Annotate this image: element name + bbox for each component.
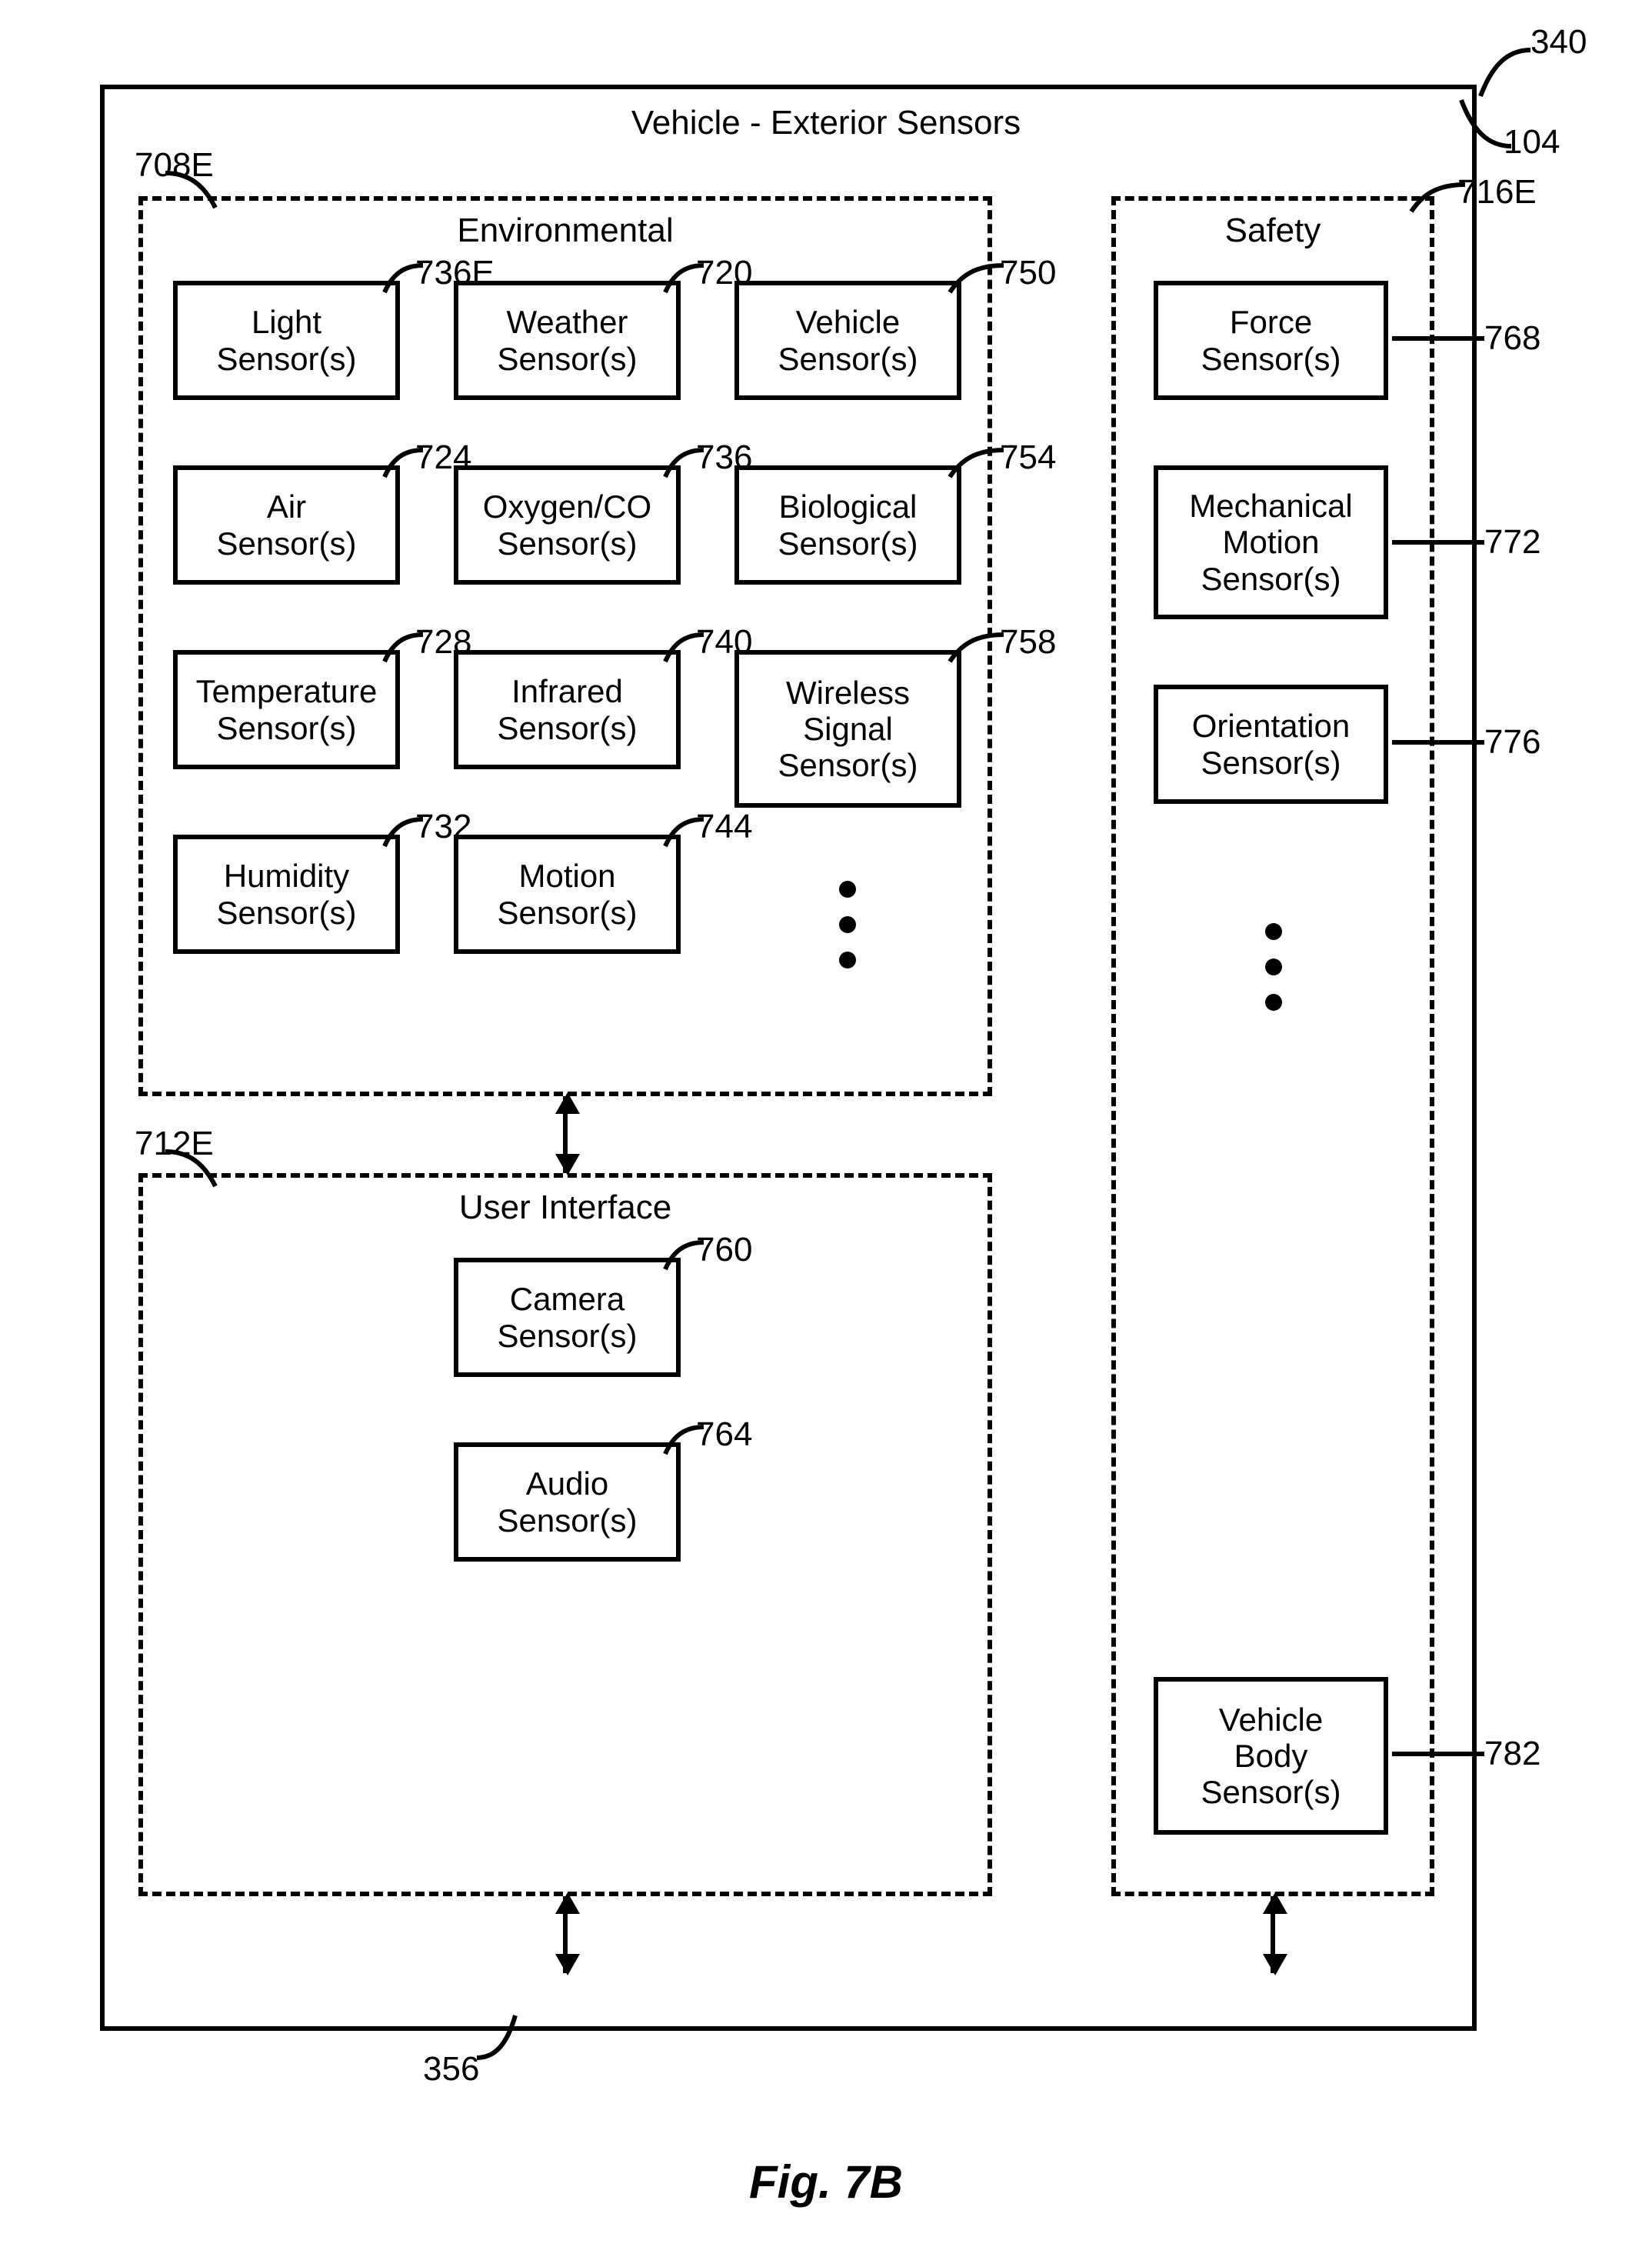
block-line: Audio	[526, 1465, 608, 1502]
block-line: Sensor(s)	[497, 341, 637, 377]
block-line: Sensor(s)	[778, 747, 918, 783]
lead-758	[931, 627, 1015, 688]
block-line: Body	[1234, 1738, 1308, 1774]
lead-104	[1446, 100, 1530, 162]
block-line: Sensor(s)	[778, 341, 918, 377]
block-line: Sensor(s)	[1201, 1774, 1341, 1810]
group-environmental-title: Environmental	[457, 212, 673, 250]
block-biological: Biological Sensor(s)	[734, 465, 961, 585]
block-mechanical-motion: Mechanical Motion Sensor(s)	[1154, 465, 1388, 619]
lead-712e	[150, 1144, 235, 1205]
lead-708e	[150, 165, 235, 227]
block-line: Force	[1230, 304, 1312, 340]
block-line: Orientation	[1192, 708, 1350, 744]
block-line: Biological	[779, 488, 918, 525]
block-vehicle-body: Vehicle Body Sensor(s)	[1154, 1677, 1388, 1835]
block-line: Signal	[803, 711, 893, 747]
figure-label: Fig. 7B	[749, 2155, 903, 2209]
ellipsis-icon	[1265, 923, 1282, 1011]
block-line: Wireless	[786, 675, 910, 711]
block-line: Sensor(s)	[1201, 561, 1341, 597]
block-wireless-signal: Wireless Signal Sensor(s)	[734, 650, 961, 808]
block-line: Sensor(s)	[497, 895, 637, 931]
block-line: Oxygen/CO	[483, 488, 651, 525]
block-line: Temperature	[196, 673, 378, 709]
ref-782: 782	[1484, 1735, 1540, 1773]
lead-754	[931, 442, 1015, 504]
block-line: Camera	[510, 1281, 624, 1317]
ref-776: 776	[1484, 723, 1540, 762]
ref-768: 768	[1484, 319, 1540, 358]
block-line: Sensor(s)	[497, 1502, 637, 1539]
lead-782	[1384, 1735, 1469, 1796]
block-line: Motion	[1222, 524, 1319, 560]
block-vehicle-sensor: Vehicle Sensor(s)	[734, 281, 961, 400]
lead-776	[1384, 723, 1469, 785]
lead-736e	[365, 258, 450, 319]
block-line: Vehicle	[796, 304, 900, 340]
lead-760	[646, 1235, 731, 1296]
arrow-icon	[1263, 1892, 1287, 1914]
page: 340 Vehicle - Exterior Sensors 104 Envir…	[0, 0, 1652, 2247]
lead-740	[646, 627, 731, 688]
block-line: Air	[267, 488, 306, 525]
arrow-icon	[1263, 1954, 1287, 1975]
group-safety	[1111, 196, 1434, 1896]
block-line: Sensor(s)	[497, 1318, 637, 1354]
arrow-icon	[555, 1092, 580, 1114]
block-line: Sensor(s)	[778, 525, 918, 562]
lead-724	[365, 442, 450, 504]
lead-716e	[1392, 177, 1477, 238]
block-line: Sensor(s)	[497, 525, 637, 562]
block-line: Sensor(s)	[216, 710, 356, 746]
lead-768	[1384, 319, 1469, 381]
group-safety-title: Safety	[1225, 212, 1321, 250]
lead-728	[365, 627, 450, 688]
block-line: Motion	[518, 858, 615, 894]
block-line: Sensor(s)	[1201, 341, 1341, 377]
lead-736	[646, 442, 731, 504]
block-orientation: Orientation Sensor(s)	[1154, 685, 1388, 804]
block-line: Mechanical	[1189, 488, 1352, 524]
lead-744	[646, 812, 731, 873]
block-line: Infrared	[511, 673, 623, 709]
lead-720	[646, 258, 731, 319]
lead-764	[646, 1419, 731, 1481]
lead-750	[931, 258, 1015, 319]
block-line: Humidity	[224, 858, 349, 894]
block-line: Sensor(s)	[216, 341, 356, 377]
block-line: Sensor(s)	[1201, 745, 1341, 781]
lead-772	[1384, 523, 1469, 585]
block-line: Vehicle	[1219, 1702, 1323, 1738]
group-user-interface-title: User Interface	[459, 1189, 671, 1227]
ellipsis-icon	[839, 881, 856, 968]
block-line: Sensor(s)	[216, 525, 356, 562]
outer-title: Vehicle - Exterior Sensors	[631, 104, 1021, 142]
block-line: Light	[251, 304, 321, 340]
block-line: Sensor(s)	[216, 895, 356, 931]
block-line: Weather	[507, 304, 628, 340]
lead-732	[365, 812, 450, 873]
arrow-icon	[555, 1892, 580, 1914]
arrow-icon	[555, 1954, 580, 1975]
lead-356	[450, 2008, 535, 2069]
ref-772: 772	[1484, 523, 1540, 562]
block-force: Force Sensor(s)	[1154, 281, 1388, 400]
block-line: Sensor(s)	[497, 710, 637, 746]
arrow-icon	[555, 1154, 580, 1175]
